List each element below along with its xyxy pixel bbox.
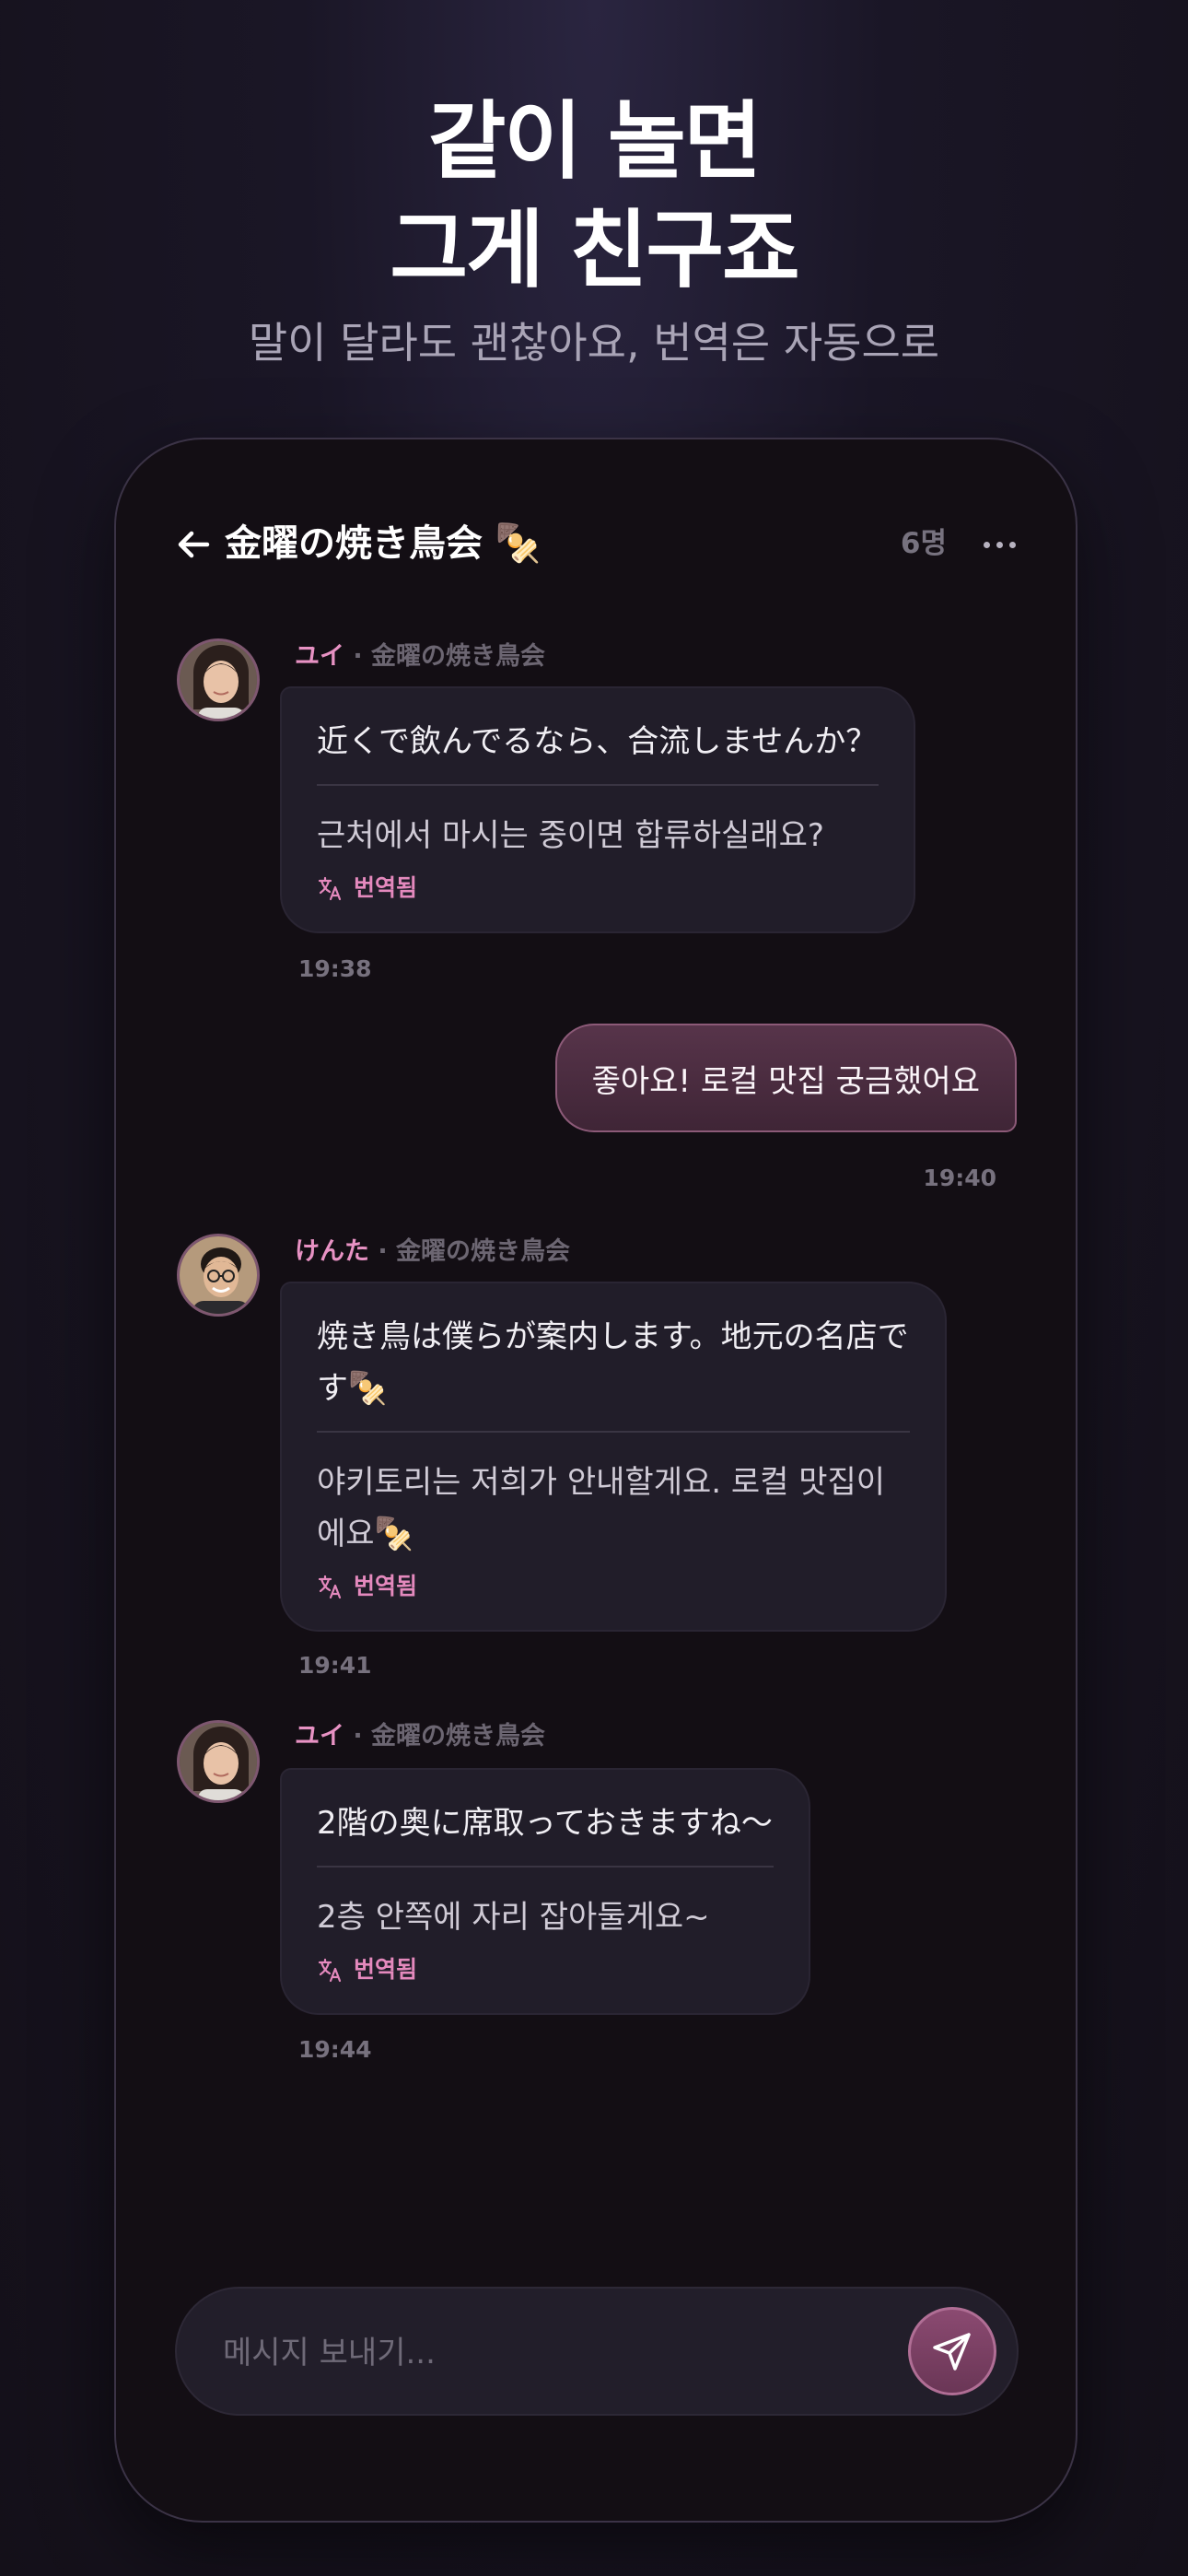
- message-timestamp: 19:41: [298, 1652, 372, 1679]
- translate-icon: [318, 1575, 342, 1599]
- send-button[interactable]: [908, 2307, 996, 2395]
- back-arrow-icon[interactable]: [177, 528, 210, 561]
- message-original-text: 焼き鳥は僕らが案内します。地元の名店です🍢: [317, 1318, 909, 1407]
- chat-title: 金曜の焼き鳥会 🍢: [225, 522, 542, 565]
- sender-group: · 金曜の焼き鳥会: [369, 1237, 571, 1266]
- message-translated-text: 근처에서 마시는 중이면 합류하실래요?: [317, 817, 824, 854]
- message-timestamp: 19:38: [298, 955, 372, 982]
- translated-label: 번역됨: [354, 874, 418, 901]
- message-translated-text: 야키토리는 저희가 안내할게요. 로컬 맛집이에요🍢: [317, 1464, 886, 1552]
- translated-label: 번역됨: [354, 1956, 418, 1983]
- hero-title-line2: 그게 친구죠: [390, 201, 799, 299]
- translated-badge: 번역됨: [317, 1571, 910, 1602]
- send-icon: [933, 2333, 971, 2371]
- sender-line: けんた · 金曜の焼き鳥会: [295, 1235, 570, 1269]
- hero-subtitle: 말이 달라도 괜찮아요, 번역은 자동으로: [248, 318, 940, 368]
- message-translated-text: 2층 안쪽에 자리 잡아둘게요~: [317, 1899, 710, 1936]
- translated-label: 번역됨: [354, 1573, 418, 1599]
- sender-name: ユイ: [295, 642, 344, 671]
- sender-line: ユイ · 金曜の焼き鳥会: [295, 1720, 545, 1753]
- translated-badge: 번역됨: [317, 1954, 774, 1985]
- avatar-yui-image: [180, 1723, 257, 1800]
- member-count[interactable]: 6명: [901, 524, 947, 563]
- chat-header: 金曜の焼き鳥会 🍢 6명: [116, 439, 1076, 578]
- message-bubble[interactable]: 2階の奥に席取っておきますね〜 2층 안쪽에 자리 잡아둘게요~ 번역됨: [280, 1768, 810, 2015]
- hero-title: 같이 놀면 그게 친구죠: [0, 88, 1188, 305]
- phone-frame: 金曜の焼き鳥会 🍢 6명 ユイ · 金曜の焼き鳥会 近くで飲んでるなら、合流しま…: [114, 438, 1077, 2523]
- message-divider: [317, 784, 879, 786]
- message-original-text: 近くで飲んでるなら、合流しませんか？: [317, 723, 878, 760]
- hero-title-line1: 같이 놀면: [427, 92, 763, 191]
- message-input[interactable]: [223, 2327, 868, 2379]
- message-divider: [317, 1866, 774, 1868]
- translate-icon: [318, 876, 342, 901]
- more-options-icon[interactable]: [982, 528, 1019, 561]
- message-composer: [175, 2287, 1019, 2416]
- message-bubble[interactable]: 焼き鳥は僕らが案内します。地元の名店です🍢 야키토리는 저희가 안내할게요. 로…: [280, 1282, 947, 1632]
- outgoing-message-timestamp: 19:40: [923, 1165, 996, 1191]
- sender-group: · 金曜の焼き鳥会: [344, 1722, 546, 1751]
- sender-name: ユイ: [295, 1722, 344, 1751]
- translate-icon: [318, 1958, 342, 1983]
- sender-group: · 金曜の焼き鳥会: [344, 642, 546, 671]
- avatar-yui[interactable]: [177, 638, 260, 721]
- outgoing-message-bubble[interactable]: 좋아요! 로컬 맛집 궁금했어요: [554, 1024, 1017, 1132]
- message-timestamp: 19:44: [298, 2036, 372, 2063]
- avatar-kenta-image: [180, 1236, 257, 1314]
- sender-line: ユイ · 金曜の焼き鳥会: [295, 640, 545, 673]
- sender-name: けんた: [295, 1237, 369, 1266]
- message-divider: [317, 1431, 910, 1433]
- avatar-yui[interactable]: [177, 1720, 260, 1803]
- translated-badge: 번역됨: [317, 872, 879, 904]
- message-original-text: 2階の奥に席取っておきますね〜: [317, 1805, 773, 1842]
- message-bubble[interactable]: 近くで飲んでるなら、合流しませんか？ 근처에서 마시는 중이면 합류하실래요? …: [280, 686, 915, 933]
- avatar-kenta[interactable]: [177, 1234, 260, 1317]
- avatar-yui-image: [180, 641, 257, 719]
